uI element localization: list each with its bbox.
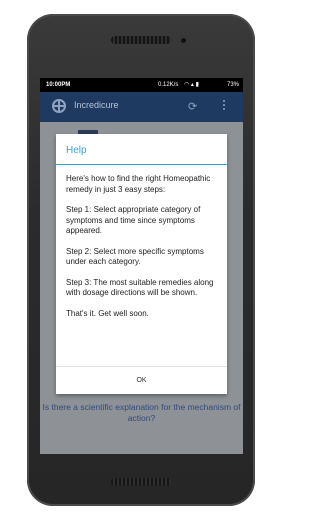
overflow-menu-icon[interactable] (223, 100, 226, 112)
status-bar: 10:00PM 0.12K/s ◠ ▴ ▮ 73% (40, 78, 243, 92)
front-camera-icon (179, 36, 188, 45)
ok-button[interactable]: OK (56, 367, 227, 394)
dialog-title: Help (66, 145, 87, 156)
refresh-icon[interactable]: ⟳ (188, 100, 197, 113)
earpiece-speaker (111, 36, 171, 44)
help-step-3: Step 3: The most suitable remedies along… (66, 277, 214, 298)
page: 10:00PM 0.12K/s ◠ ▴ ▮ 73% Incredicure ⟳ … (0, 0, 287, 512)
battery-level: 73% (226, 82, 239, 88)
background-question: Is there a scientific explanation for th… (42, 402, 241, 423)
app-bar: Incredicure ⟳ (40, 92, 243, 122)
help-step-1: Step 1: Select appropriate category of s… (66, 205, 201, 235)
help-intro: Here's how to find the right Homeopathic… (66, 174, 211, 194)
network-speed: 0.12K/s (158, 82, 179, 88)
help-outro: That's it. Get well soon. (66, 308, 149, 318)
help-step-2: Step 2: Select more specific symptoms un… (66, 246, 204, 267)
dialog-body: Here's how to find the right Homeopathic… (66, 174, 218, 329)
help-dialog: Help Here's how to find the right Homeop… (56, 134, 227, 394)
app-logo-icon (52, 99, 66, 113)
app-title: Incredicure (74, 100, 119, 110)
status-time: 10:00PM (46, 82, 71, 88)
dialog-title-divider (56, 164, 227, 165)
bottom-speaker (111, 478, 171, 486)
wifi-signal-icon: ◠ ▴ ▮ (184, 82, 199, 88)
